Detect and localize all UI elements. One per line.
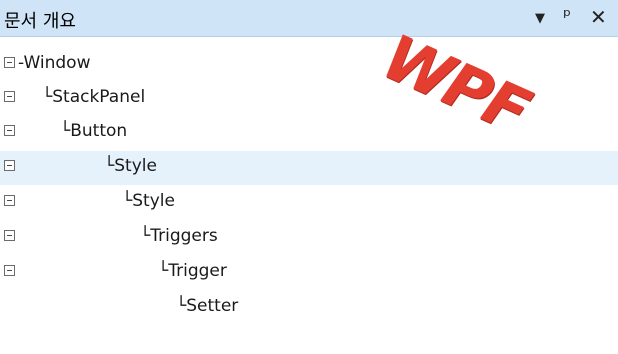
- collapse-icon[interactable]: [4, 265, 15, 276]
- collapse-icon[interactable]: [4, 160, 15, 171]
- panel-title-bar: 문서 개요 ▼ ᵖ ✕: [0, 0, 618, 37]
- tree-node-label: -Window: [18, 53, 91, 73]
- tree-node-button[interactable]: └Button: [0, 116, 618, 150]
- close-icon[interactable]: ✕: [590, 6, 607, 28]
- collapse-icon[interactable]: [4, 91, 15, 102]
- dropdown-icon[interactable]: ▼: [535, 8, 545, 30]
- tree-node-label: └Trigger: [158, 261, 227, 281]
- panel-title: 문서 개요: [4, 11, 76, 32]
- tree-node-window[interactable]: -Window: [0, 48, 618, 82]
- tree-node-label: └Style: [104, 156, 157, 176]
- tree-node-label: └Style: [122, 191, 175, 211]
- tree-node-trigger[interactable]: └Trigger: [0, 256, 618, 290]
- tree-node-label: └Button: [60, 121, 128, 141]
- collapse-icon[interactable]: [4, 125, 15, 136]
- collapse-icon[interactable]: [4, 230, 15, 241]
- tree-node-stackpanel[interactable]: └StackPanel: [0, 82, 618, 116]
- collapse-icon[interactable]: [4, 57, 15, 68]
- tree-node-style-selected[interactable]: └Style: [0, 151, 618, 185]
- tree-node-style[interactable]: └Style: [0, 186, 618, 220]
- tree-node-label: └Setter: [176, 296, 239, 316]
- collapse-icon[interactable]: [4, 195, 15, 206]
- tree-node-setter[interactable]: └Setter: [0, 291, 618, 325]
- pin-icon[interactable]: ᵖ: [563, 5, 571, 27]
- document-outline-panel: 문서 개요 ▼ ᵖ ✕ -Window └StackPanel └Button …: [0, 0, 618, 354]
- tree-node-triggers[interactable]: └Triggers: [0, 221, 618, 255]
- tree-node-label: └Triggers: [140, 226, 218, 246]
- tree-node-label: └StackPanel: [42, 87, 146, 107]
